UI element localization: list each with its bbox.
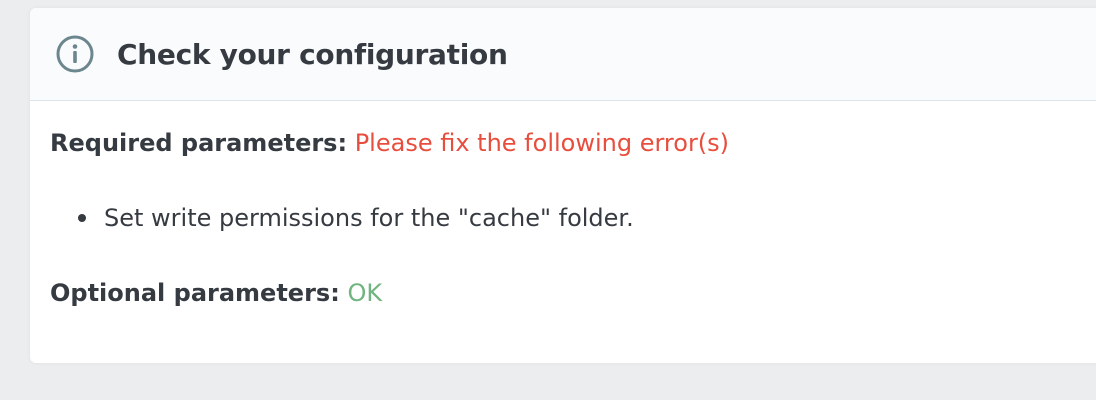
error-list: Set write permissions for the "cache" fo…	[78, 202, 634, 234]
error-text: Set write permissions for the "cache" fo…	[104, 204, 634, 232]
configuration-check-card: Check your configuration Required parame…	[30, 8, 1096, 363]
info-circle-icon	[55, 34, 95, 74]
card-header: Check your configuration	[30, 8, 1096, 101]
optional-parameters-row: Optional parameters: OK	[50, 277, 382, 309]
error-list-item: Set write permissions for the "cache" fo…	[78, 202, 634, 234]
optional-parameters-status: OK	[347, 279, 383, 307]
required-parameters-status: Please fix the following error(s)	[354, 129, 730, 157]
bullet-icon	[78, 214, 86, 222]
card-title: Check your configuration	[117, 37, 508, 71]
optional-parameters-label: Optional parameters:	[50, 279, 340, 307]
required-parameters-label: Required parameters:	[50, 129, 348, 157]
required-parameters-row: Required parameters: Please fix the foll…	[50, 127, 729, 159]
